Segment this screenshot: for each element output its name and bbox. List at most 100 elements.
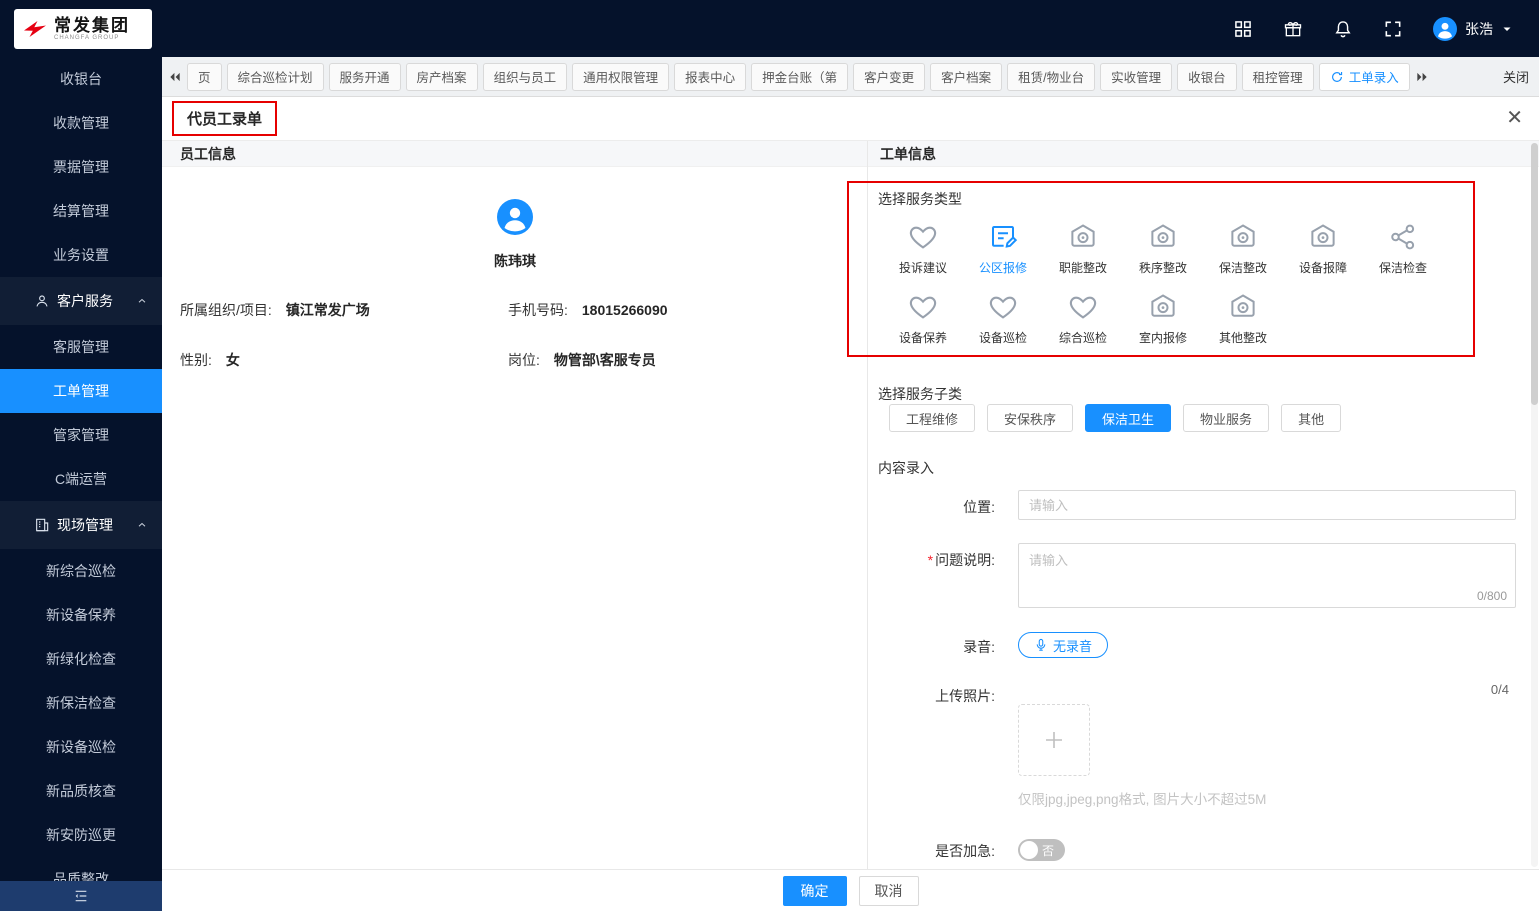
- service-type-row-2: 设备保养 设备巡检 综合巡检 室内报修 其他整改: [891, 292, 1275, 346]
- subtype-security-order[interactable]: 安保秩序: [987, 404, 1074, 432]
- menu-fold-icon: [73, 888, 89, 904]
- topbar: 常发集团 CHANGFA GROUP 张浩: [0, 0, 1539, 57]
- sidebar-item-new-comprehensive-inspection[interactable]: 新综合巡检: [0, 549, 162, 593]
- service-type-comprehensive-inspection[interactable]: 综合巡检: [1051, 292, 1115, 346]
- service-type-public-area-repair[interactable]: 公区报修: [971, 222, 1035, 276]
- service-type-cleaning-check[interactable]: 保洁检查: [1371, 222, 1435, 276]
- close-tabs-button[interactable]: 关闭: [1499, 67, 1533, 86]
- close-icon[interactable]: ✕: [1506, 107, 1523, 129]
- footer-actions: 确定 取消: [162, 869, 1539, 911]
- audio-label: 录音:: [963, 639, 995, 655]
- service-type-other-rectify[interactable]: 其他整改: [1211, 292, 1275, 346]
- sidebar-item-settlement-mgmt[interactable]: 结算管理: [0, 189, 162, 233]
- refresh-icon: [1330, 70, 1344, 84]
- service-type-equipment-fault[interactable]: 设备报障: [1291, 222, 1355, 276]
- user-menu[interactable]: 张浩: [1433, 17, 1513, 41]
- house-gear-icon: [1228, 222, 1258, 252]
- employee-position-field: 岗位: 物管部\客服专员: [508, 352, 656, 368]
- sidebar-group-site-mgmt[interactable]: 现场管理: [0, 501, 162, 549]
- sidebar-item-business-settings[interactable]: 业务设置: [0, 233, 162, 277]
- problem-input[interactable]: [1018, 543, 1516, 608]
- workorder-body: 选择服务类型 投诉建议 公区报修 职能整改 秩序整改 保洁整改 设备报障 保洁检…: [868, 167, 1539, 869]
- scrollbar[interactable]: [1531, 143, 1538, 867]
- problem-label: * 问题说明:: [927, 552, 995, 568]
- employee-panel-header: 员工信息: [162, 141, 867, 167]
- logo: 常发集团 CHANGFA GROUP: [14, 8, 152, 49]
- problem-input-wrap: 0/800: [1018, 543, 1516, 608]
- tab-org-staff[interactable]: 组织与员工: [482, 62, 568, 91]
- urgent-toggle[interactable]: 否: [1018, 839, 1065, 861]
- upload-photo-button[interactable]: [1018, 704, 1090, 776]
- page-title: 代员工录单: [172, 101, 278, 136]
- heart-icon: [1068, 292, 1098, 322]
- sidebar-item-butler-mgmt[interactable]: 管家管理: [0, 413, 162, 457]
- sidebar-item-bill-mgmt[interactable]: 票据管理: [0, 145, 162, 189]
- confirm-button[interactable]: 确定: [782, 875, 847, 906]
- sidebar-item-new-equipment-maintenance[interactable]: 新设备保养: [0, 593, 162, 637]
- gift-icon[interactable]: [1283, 19, 1303, 39]
- subtype-property-service[interactable]: 物业服务: [1183, 404, 1270, 432]
- tab-deposit-ledger[interactable]: 押金台账（第: [751, 62, 849, 91]
- building-icon: [34, 517, 50, 533]
- page-content: 代员工录单 ✕ 员工信息 陈玮琪 所属组织/项目: 镇江常发广场 手机号码: 180…: [162, 97, 1539, 869]
- tab-inspection-plan[interactable]: 综合巡检计划: [226, 62, 324, 91]
- sidebar-item-customer-service-mgmt[interactable]: 客服管理: [0, 325, 162, 369]
- tab-permission-mgmt[interactable]: 通用权限管理: [572, 62, 670, 91]
- main-area: 页 综合巡检计划 服务开通 房产档案 组织与员工 通用权限管理 报表中心 押金台…: [162, 57, 1539, 911]
- tabs-scroll-left-icon[interactable]: [168, 70, 182, 84]
- sidebar-item-new-security-patrol[interactable]: 新安防巡更: [0, 813, 162, 857]
- chevron-up-icon: [136, 519, 148, 531]
- sidebar-item-new-greening-check[interactable]: 新绿化检查: [0, 637, 162, 681]
- service-type-order-rectify[interactable]: 秩序整改: [1131, 222, 1195, 276]
- share-icon: [1388, 222, 1418, 252]
- service-subtype-row: 工程维修 安保秩序 保洁卫生 物业服务 其他: [889, 404, 1342, 432]
- sidebar-collapse-button[interactable]: [0, 881, 162, 911]
- service-type-row-1: 投诉建议 公区报修 职能整改 秩序整改 保洁整改 设备报障 保洁检查: [891, 222, 1435, 276]
- chevron-down-icon: [1501, 23, 1513, 35]
- fullscreen-icon[interactable]: [1383, 19, 1403, 39]
- subtype-other[interactable]: 其他: [1281, 404, 1342, 432]
- mic-icon: [1034, 638, 1048, 652]
- sidebar-item-new-quality-check[interactable]: 新品质核查: [0, 769, 162, 813]
- sidebar-item-new-equipment-inspection[interactable]: 新设备巡检: [0, 725, 162, 769]
- service-type-function-rectify[interactable]: 职能整改: [1051, 222, 1115, 276]
- location-input[interactable]: [1018, 490, 1516, 520]
- sidebar-item-workorder-mgmt[interactable]: 工单管理: [0, 369, 162, 413]
- user-name: 张浩: [1465, 20, 1493, 37]
- employee-org-field: 所属组织/项目: 镇江常发广场: [180, 302, 370, 318]
- tab-report-center[interactable]: 报表中心: [674, 62, 747, 91]
- scrollbar-thumb[interactable]: [1531, 143, 1538, 405]
- service-type-equipment-inspection[interactable]: 设备巡检: [971, 292, 1035, 346]
- service-type-cleaning-rectify[interactable]: 保洁整改: [1211, 222, 1275, 276]
- house-gear-icon: [1148, 292, 1178, 322]
- apps-grid-icon[interactable]: [1233, 19, 1253, 39]
- service-type-indoor-repair[interactable]: 室内报修: [1131, 292, 1195, 346]
- required-asterisk: *: [927, 552, 934, 568]
- user-icon: [34, 293, 50, 309]
- tab-property-archive[interactable]: 房产档案: [405, 62, 478, 91]
- tab-workorder-entry[interactable]: 工单录入: [1318, 62, 1410, 91]
- tab-service-activation[interactable]: 服务开通: [328, 62, 401, 91]
- audio-button[interactable]: 无录音: [1018, 632, 1109, 658]
- tab-rent-control[interactable]: 租控管理: [1241, 62, 1314, 91]
- tab-customer-change[interactable]: 客户变更: [853, 62, 926, 91]
- house-gear-icon: [1228, 292, 1258, 322]
- sidebar-group-customer-service[interactable]: 客户服务: [0, 277, 162, 325]
- subtype-engineering-repair[interactable]: 工程维修: [889, 404, 976, 432]
- service-type-equipment-maintenance[interactable]: 设备保养: [891, 292, 955, 346]
- service-type-complaint-suggestion[interactable]: 投诉建议: [891, 222, 955, 276]
- heart-icon: [908, 222, 938, 252]
- tabs-scroll-right-icon[interactable]: [1415, 70, 1429, 84]
- tab-income-mgmt[interactable]: 实收管理: [1100, 62, 1173, 91]
- bell-icon[interactable]: [1333, 19, 1353, 39]
- tab-customer-archive[interactable]: 客户档案: [930, 62, 1003, 91]
- cancel-button[interactable]: 取消: [858, 875, 919, 906]
- subtype-cleaning-hygiene[interactable]: 保洁卫生: [1085, 404, 1172, 432]
- tab-lease-property[interactable]: 租赁/物业台: [1007, 62, 1096, 91]
- sidebar-item-c-end-operation[interactable]: C端运营: [0, 457, 162, 501]
- sidebar-item-new-cleaning-check[interactable]: 新保洁检查: [0, 681, 162, 725]
- tab-home[interactable]: 页: [187, 62, 222, 91]
- tab-cashier[interactable]: 收银台: [1177, 62, 1237, 91]
- sidebar-item-cashier[interactable]: 收银台: [0, 57, 162, 101]
- sidebar-item-payment-mgmt[interactable]: 收款管理: [0, 101, 162, 145]
